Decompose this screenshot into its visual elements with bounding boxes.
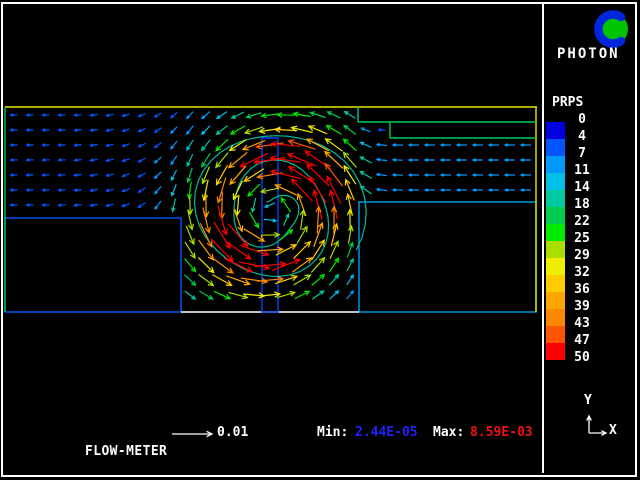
app-name: PHOTON <box>557 46 620 62</box>
max-value: 8.59E-03 <box>470 425 533 440</box>
legend-band <box>546 275 565 292</box>
legend-tick-label: 7 <box>565 145 599 162</box>
legend-tick-label: 22 <box>565 213 599 230</box>
photon-window: PHOTON PRPS 047111418222529323639434750 … <box>0 0 640 480</box>
legend-band <box>546 326 565 343</box>
legend-band <box>546 224 565 241</box>
legend-band <box>546 309 565 326</box>
legend-tick-label: 32 <box>565 264 599 281</box>
legend-band <box>546 173 565 190</box>
legend-band <box>546 156 565 173</box>
legend-tick-label: 14 <box>565 179 599 196</box>
legend-band <box>546 292 565 309</box>
legend-tick-label: 50 <box>565 349 599 366</box>
legend-band <box>546 343 565 360</box>
legend-tick-label: 0 <box>565 111 599 128</box>
legend-band <box>546 258 565 275</box>
legend-tick-label: 11 <box>565 162 599 179</box>
legend-band <box>546 122 565 139</box>
legend-tick-label: 4 <box>565 128 599 145</box>
max-label: Max: <box>433 425 464 440</box>
min-label: Min: <box>317 425 348 440</box>
legend-tick-label: 18 <box>565 196 599 213</box>
legend-title: PRPS <box>552 95 583 110</box>
legend-tick-label: 36 <box>565 281 599 298</box>
axis-x-label: X <box>609 423 617 438</box>
scale-value: 0.01 <box>217 425 248 440</box>
axis-y-label: Y <box>584 393 592 408</box>
legend-tick-label: 43 <box>565 315 599 332</box>
plot-title: FLOW-METER <box>85 444 167 459</box>
legend: PRPS 047111418222529323639434750 <box>543 0 637 480</box>
min-value: 2.44E-05 <box>355 425 418 440</box>
legend-tick-label: 39 <box>565 298 599 315</box>
legend-band <box>546 207 565 224</box>
legend-band <box>546 241 565 258</box>
legend-tick-label: 25 <box>565 230 599 247</box>
legend-tick-label: 29 <box>565 247 599 264</box>
legend-band <box>546 139 565 156</box>
legend-tick-label: 47 <box>565 332 599 349</box>
legend-band <box>546 190 565 207</box>
